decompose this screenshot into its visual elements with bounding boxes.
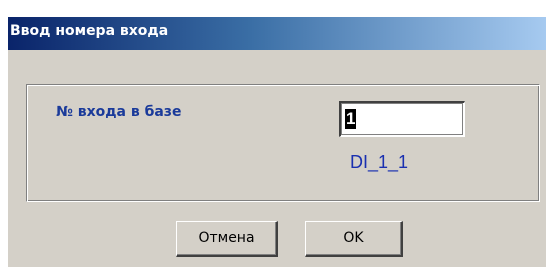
ok-button[interactable]: OK [305, 221, 403, 257]
input-number-field[interactable]: 1 [339, 101, 465, 137]
cancel-button[interactable]: Отмена [176, 221, 278, 257]
dialog-window: Ввод номера входа № входа в базе 1 DI_1_… [0, 0, 546, 267]
title-bar[interactable]: Ввод номера входа [8, 17, 546, 50]
input-number-value[interactable]: 1 [345, 109, 357, 129]
input-number-label: № входа в базе [56, 104, 182, 120]
dialog-title: Ввод номера входа [10, 23, 169, 39]
input-code-label: DI_1_1 [350, 152, 409, 172]
